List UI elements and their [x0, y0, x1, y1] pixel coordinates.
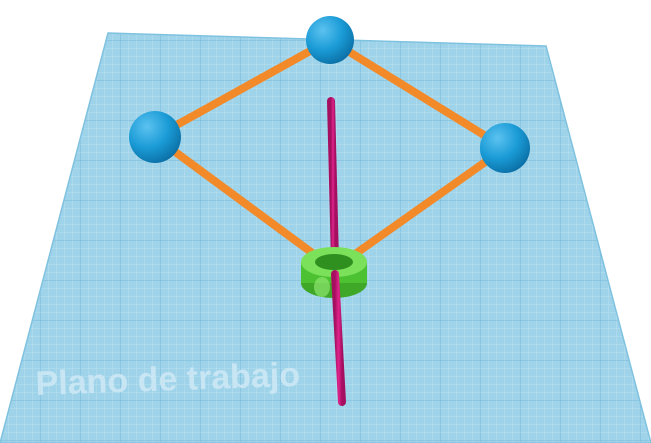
axis-rod[interactable] — [327, 97, 339, 266]
axis-rod-upper[interactable] — [327, 97, 339, 266]
sphere-left[interactable] — [129, 111, 181, 163]
sphere-top[interactable] — [306, 16, 354, 64]
scene-canvas[interactable]: Plano de trabajo — [0, 0, 651, 443]
workplane[interactable]: Plano de trabajo — [0, 0, 651, 443]
ring-hole — [315, 254, 353, 270]
ring-hole-front — [314, 277, 330, 297]
sphere-right[interactable] — [480, 123, 530, 173]
3d-viewport[interactable]: Plano de trabajo — [0, 0, 651, 443]
